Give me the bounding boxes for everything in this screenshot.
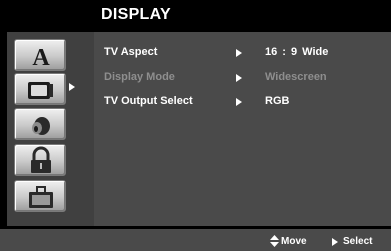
lock-icon [31, 146, 51, 173]
title-bar: DISPLAY [0, 0, 391, 32]
selected-indicator-icon [69, 83, 75, 91]
menu-row-value: RGB [265, 95, 290, 107]
sidebar-item-audio[interactable] [14, 108, 66, 140]
audio-icon [32, 117, 50, 135]
sidebar-item-language[interactable]: A [14, 39, 66, 71]
menu-row-tv-aspect[interactable]: TV Aspect 16 : 9 Wide [104, 46, 391, 62]
language-icon: A [32, 45, 50, 71]
submenu-arrow-icon [236, 49, 242, 57]
submenu-arrow-icon [236, 74, 242, 82]
sidebar-item-others[interactable] [14, 180, 66, 212]
display-tv-icon [28, 82, 53, 99]
select-arrow-icon [332, 238, 338, 246]
menu-row-value: Widescreen [265, 71, 327, 83]
menu-row-tv-output-select[interactable]: TV Output Select RGB [104, 95, 391, 111]
select-hint: Select [343, 236, 373, 247]
menu-row-display-mode: Display Mode Widescreen [104, 71, 391, 87]
move-hint: Move [281, 236, 307, 247]
page-title: DISPLAY [101, 6, 171, 23]
sidebar-item-lock[interactable] [14, 144, 66, 176]
menu-row-value: 16 : 9 Wide [265, 46, 329, 58]
submenu-arrow-icon [236, 98, 242, 106]
sidebar-item-display[interactable] [14, 73, 66, 105]
menu-row-label: Display Mode [104, 71, 175, 83]
menu-row-label: TV Output Select [104, 95, 193, 107]
svg-text:A: A [32, 45, 50, 71]
others-icon [29, 186, 53, 208]
menu-row-label: TV Aspect [104, 46, 158, 58]
up-down-arrows-icon [270, 235, 279, 247]
